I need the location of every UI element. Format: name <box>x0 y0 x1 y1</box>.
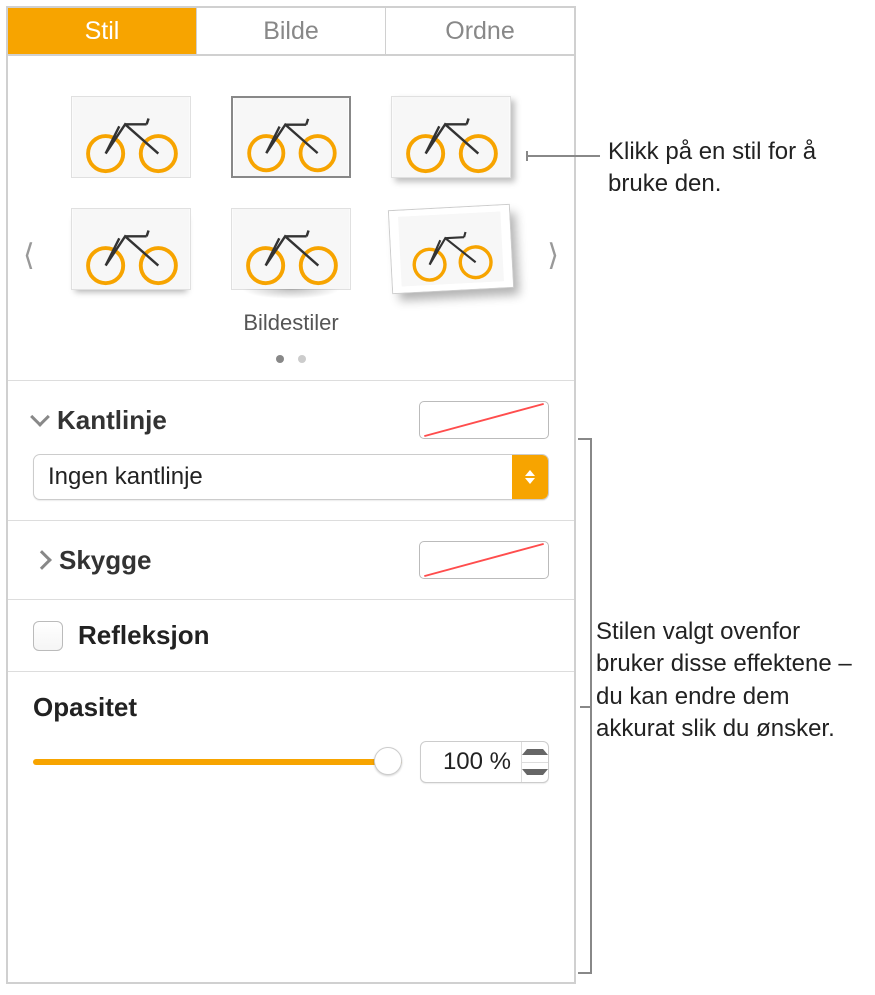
border-style-select[interactable]: Ingen kantlinje <box>33 454 549 500</box>
reflection-checkbox[interactable] <box>33 621 63 651</box>
shadow-label: Skygge <box>59 545 152 576</box>
select-stepper-icon <box>512 455 548 499</box>
page-dot[interactable] <box>276 355 284 363</box>
tab-bar: Stil Bilde Ordne <box>8 8 574 56</box>
style-page-dots <box>28 342 554 370</box>
styles-prev-arrow[interactable]: ⟨ <box>23 241 35 271</box>
stepper-down[interactable] <box>522 763 548 783</box>
image-style-thumb[interactable] <box>71 96 191 178</box>
border-style-value: Ingen kantlinje <box>34 455 512 499</box>
reflection-section: Refleksjon <box>8 599 574 671</box>
image-style-thumb[interactable] <box>231 208 351 290</box>
chevron-down-icon <box>30 407 50 427</box>
callout-bracket <box>578 438 592 974</box>
image-style-thumb[interactable] <box>389 205 513 293</box>
chevron-right-icon <box>32 550 52 570</box>
opacity-slider[interactable] <box>33 747 402 777</box>
slider-thumb[interactable] <box>374 747 402 775</box>
border-color-swatch[interactable] <box>419 401 549 439</box>
reflection-label: Refleksjon <box>78 620 210 651</box>
opacity-stepper[interactable]: 100 % <box>420 741 549 783</box>
opacity-value: 100 % <box>421 742 521 782</box>
tab-ordne[interactable]: Ordne <box>386 8 574 54</box>
tab-stil[interactable]: Stil <box>8 8 197 54</box>
page-dot[interactable] <box>298 355 306 363</box>
image-styles-area: ⟨ ⟩ Bildestiler <box>8 56 574 380</box>
styles-next-arrow[interactable]: ⟩ <box>547 241 559 271</box>
shadow-section: Skygge <box>8 520 574 599</box>
image-style-thumb[interactable] <box>231 96 351 178</box>
border-label: Kantlinje <box>57 405 167 436</box>
opacity-label: Opasitet <box>33 692 549 723</box>
image-style-thumb[interactable] <box>391 96 511 178</box>
callout-leader-line <box>526 155 600 157</box>
shadow-swatch[interactable] <box>419 541 549 579</box>
stepper-up[interactable] <box>522 742 548 763</box>
tab-bilde[interactable]: Bilde <box>197 8 386 54</box>
image-style-grid <box>28 96 554 290</box>
format-panel: Stil Bilde Ordne ⟨ ⟩ Bildestiler Kantlin… <box>6 6 576 984</box>
opacity-section: Opasitet 100 % <box>8 671 574 803</box>
image-style-thumb[interactable] <box>71 208 191 290</box>
shadow-disclosure[interactable]: Skygge <box>33 545 152 576</box>
image-styles-label: Bildestiler <box>28 310 554 336</box>
callout-text: Klikk på en stil for å bruke den. <box>608 136 858 201</box>
border-section: Kantlinje Ingen kantlinje <box>8 380 574 520</box>
border-disclosure[interactable]: Kantlinje <box>33 405 167 436</box>
callout-text: Stilen valgt ovenfor bruker disse effekt… <box>596 616 866 746</box>
